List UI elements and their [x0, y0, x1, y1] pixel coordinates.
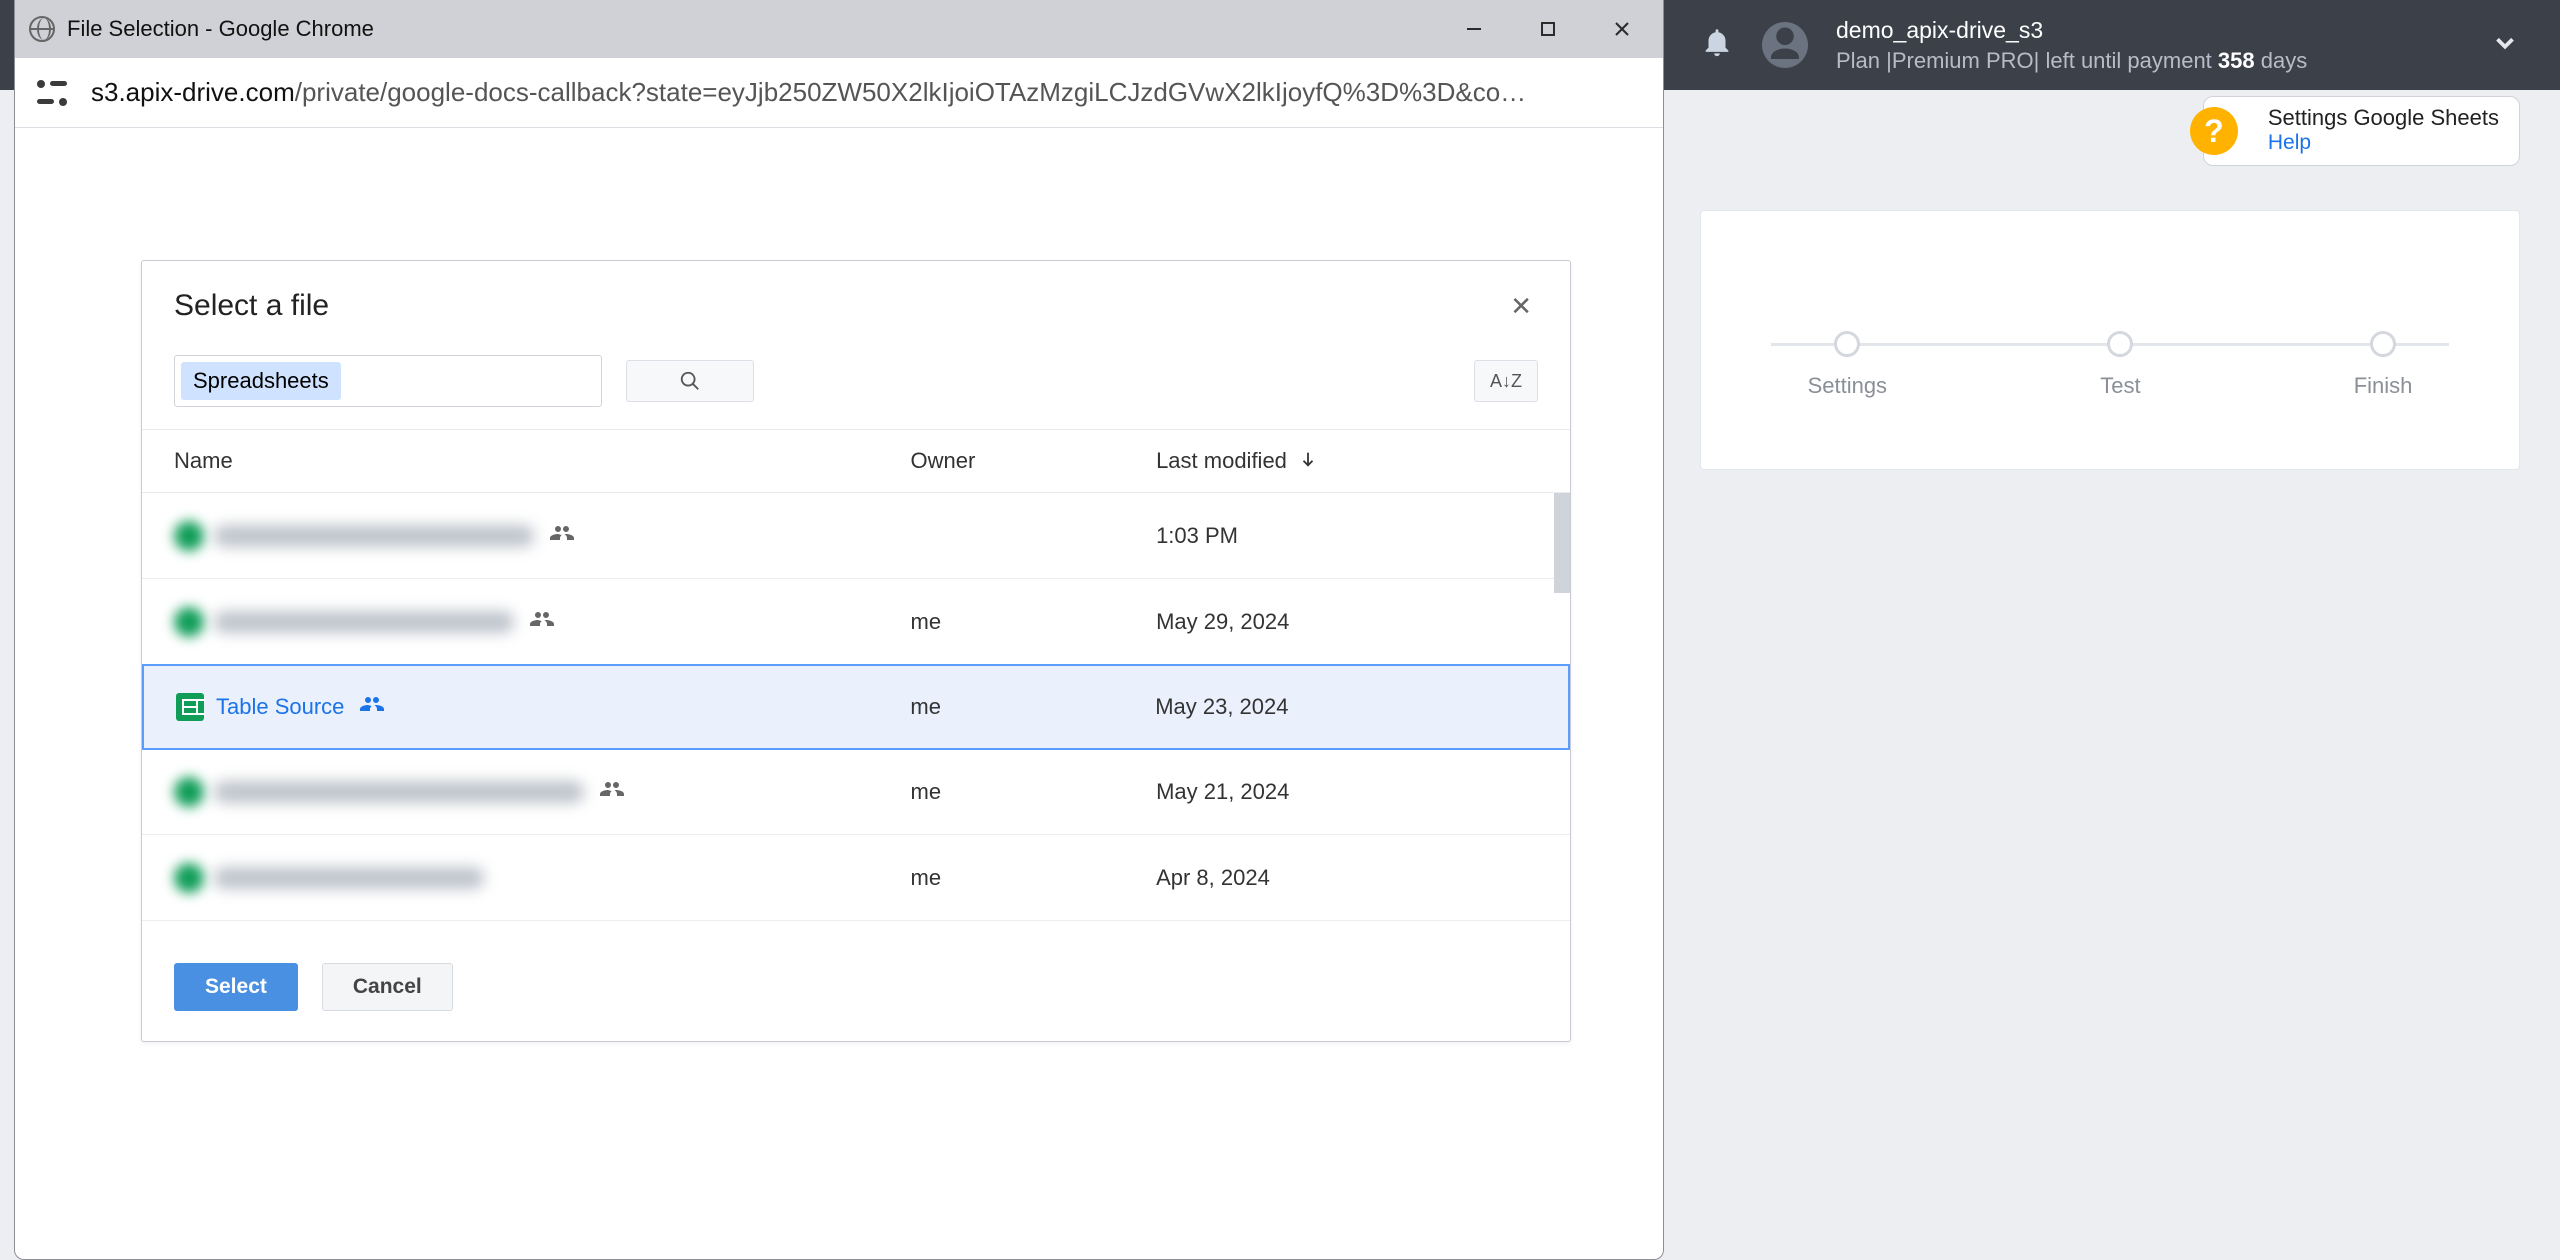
cancel-button[interactable]: Cancel [322, 963, 453, 1011]
avatar[interactable] [1762, 22, 1808, 68]
wizard-dot [2370, 331, 2396, 357]
file-owner: me [911, 865, 1157, 891]
wizard-dot [2107, 331, 2133, 357]
select-button[interactable]: Select [174, 963, 298, 1011]
file-modified: Apr 8, 2024 [1156, 865, 1538, 891]
file-owner: me [910, 694, 1155, 720]
shared-icon [550, 521, 574, 551]
wizard-step-test[interactable]: Test [2100, 331, 2140, 399]
help-badge-icon[interactable]: ? [2190, 107, 2238, 155]
help-link[interactable]: Help [2268, 131, 2499, 155]
file-modified: May 23, 2024 [1155, 694, 1536, 720]
file-modified: May 21, 2024 [1156, 779, 1538, 805]
window-maximize-button[interactable] [1517, 6, 1579, 52]
file-name [214, 867, 911, 889]
shared-icon [530, 607, 554, 637]
col-modified[interactable]: Last modified [1156, 448, 1538, 474]
file-owner: me [911, 609, 1157, 635]
notifications-icon[interactable] [1700, 25, 1734, 64]
account-plan: Plan |Premium PRO| left until payment 35… [1836, 46, 2307, 76]
table-row[interactable]: meMay 29, 2024 [142, 579, 1570, 665]
file-owner: me [911, 779, 1157, 805]
table-row[interactable]: 1:03 PM [142, 493, 1570, 579]
file-name [214, 777, 911, 807]
chevron-down-icon[interactable] [2490, 28, 2520, 63]
window-close-button[interactable] [1591, 6, 1653, 52]
file-name [214, 607, 911, 637]
window-titlebar: File Selection - Google Chrome [15, 0, 1663, 58]
globe-icon [29, 16, 55, 42]
file-modified: 1:03 PM [1156, 523, 1538, 549]
col-name[interactable]: Name [174, 448, 911, 474]
table-header: Name Owner Last modified [142, 429, 1570, 493]
sort-button[interactable]: A↓Z [1474, 360, 1538, 402]
search-button[interactable] [626, 360, 754, 402]
table-row[interactable]: Table SourcemeMay 23, 2024 [142, 664, 1570, 750]
chrome-popup-window: File Selection - Google Chrome s3.apix-d… [14, 0, 1664, 1260]
sheets-icon [176, 693, 216, 721]
picker-title: Select a file [174, 289, 329, 323]
table-row[interactable]: meApr 8, 2024 [142, 835, 1570, 921]
close-icon[interactable]: ✕ [1504, 291, 1538, 322]
settings-bubble: ? Settings Google Sheets Help [2203, 96, 2520, 166]
sheets-icon [174, 607, 214, 637]
account-block[interactable]: demo_apix-drive_s3 Plan |Premium PRO| le… [1836, 15, 2307, 76]
sheets-icon [174, 521, 214, 551]
file-type-filter[interactable]: Spreadsheets [174, 355, 602, 407]
file-modified: May 29, 2024 [1156, 609, 1538, 635]
sort-arrow-icon [1299, 448, 1317, 474]
site-info-icon[interactable] [37, 78, 67, 108]
address-bar: s3.apix-drive.com/private/google-docs-ca… [15, 58, 1663, 128]
wizard-card: Settings Test Finish [1700, 210, 2520, 470]
sheets-icon [174, 777, 214, 807]
window-title: File Selection - Google Chrome [67, 16, 1431, 42]
wizard-step-settings[interactable]: Settings [1808, 331, 1888, 399]
col-owner[interactable]: Owner [911, 448, 1157, 474]
account-name: demo_apix-drive_s3 [1836, 15, 2307, 46]
window-minimize-button[interactable] [1443, 6, 1505, 52]
shared-icon [360, 692, 384, 722]
settings-title: Settings Google Sheets [2268, 105, 2499, 131]
url-text[interactable]: s3.apix-drive.com/private/google-docs-ca… [91, 77, 1526, 108]
file-name [214, 521, 911, 551]
file-name: Table Source [216, 692, 910, 722]
scrollbar-thumb[interactable] [1554, 493, 1570, 593]
sheets-icon [174, 863, 214, 893]
table-row[interactable]: meMay 21, 2024 [142, 749, 1570, 835]
wizard-dot [1834, 331, 1860, 357]
file-picker-dialog: Select a file ✕ Spreadsheets A↓Z Name Ow… [141, 260, 1571, 1042]
shared-icon [600, 777, 624, 807]
wizard-step-finish[interactable]: Finish [2354, 331, 2413, 399]
file-rows: 1:03 PMmeMay 29, 2024Table SourcemeMay 2… [142, 493, 1570, 921]
